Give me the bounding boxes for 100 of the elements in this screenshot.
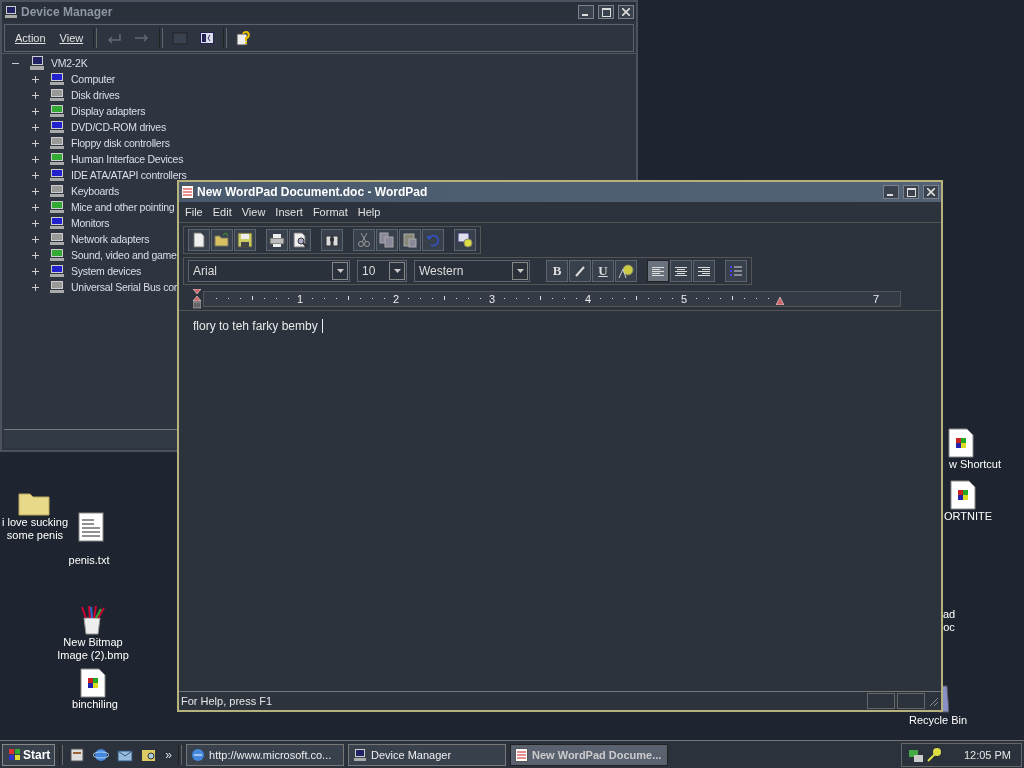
new-icon[interactable] [188, 229, 210, 251]
menu-item[interactable]: Insert [271, 206, 307, 218]
copy-icon[interactable] [376, 229, 398, 251]
more-button[interactable]: » [163, 747, 175, 762]
tree-item[interactable]: Floppy disk controllers [71, 137, 170, 149]
window-title: New WordPad Document.doc - WordPad [197, 185, 428, 199]
start-button[interactable]: Start [2, 743, 56, 766]
folder-icon[interactable] [18, 490, 50, 516]
tree-item[interactable]: Human Interface Devices [71, 153, 184, 165]
taskbar-button[interactable]: Device Manager [348, 743, 507, 766]
browser-icon[interactable] [93, 746, 110, 763]
tree-item[interactable]: Sound, video and game [71, 249, 177, 261]
device-icon [49, 280, 65, 294]
cut-icon[interactable] [353, 229, 375, 251]
indent-marker-icon[interactable] [193, 289, 201, 309]
expand-icon[interactable] [32, 267, 39, 275]
icon-label[interactable]: Recycle Bin [905, 714, 971, 727]
expand-icon[interactable] [32, 139, 39, 147]
document-text: flory to teh farky bemby [193, 319, 318, 333]
expand-icon[interactable] [32, 171, 39, 179]
tree-item[interactable]: Mice and other pointing [71, 201, 175, 213]
ruler-number: 3 [488, 292, 497, 306]
tree-item[interactable]: Display adapters [71, 105, 146, 117]
close-button[interactable] [923, 185, 939, 199]
menu-item[interactable]: View [55, 32, 88, 44]
color-palette-icon[interactable] [615, 260, 637, 282]
expand-icon[interactable] [32, 91, 39, 99]
insert-icon[interactable] [454, 229, 476, 251]
expand-icon[interactable] [32, 187, 39, 195]
expand-icon[interactable] [32, 155, 39, 163]
menu-item[interactable]: Help [353, 206, 385, 218]
menu-item[interactable]: Format [308, 206, 352, 218]
notepad-icon[interactable] [78, 512, 104, 542]
expand-icon[interactable] [32, 251, 39, 259]
bold-button[interactable]: B [546, 260, 568, 282]
menu-item[interactable]: View [237, 206, 270, 218]
maximize-button[interactable] [903, 185, 919, 199]
dropdown-arrow-icon [516, 269, 524, 273]
menu-item[interactable]: Edit [208, 206, 236, 218]
italic-icon[interactable] [569, 260, 591, 282]
document-icon[interactable] [950, 480, 976, 510]
status-pane [867, 693, 895, 709]
tree-item[interactable]: Disk drives [71, 89, 120, 101]
right-indent-marker-icon[interactable] [776, 297, 784, 305]
menu-item[interactable]: File [181, 206, 207, 218]
icon-label[interactable]: binchiling [60, 698, 130, 711]
find-icon[interactable] [321, 229, 343, 251]
icon-label[interactable]: i love sucking some penis [0, 516, 70, 542]
document-icon[interactable] [948, 428, 974, 458]
tree-item[interactable]: DVD/CD-ROM drives [71, 121, 166, 133]
desktop-icon[interactable] [69, 746, 86, 763]
taskbar-button[interactable]: New WordPad Docume... [510, 743, 669, 766]
document-icon[interactable] [80, 668, 106, 698]
open-icon[interactable] [211, 229, 233, 251]
icon-label[interactable]: ORTNITE [940, 510, 996, 523]
minimize-button[interactable] [883, 185, 899, 199]
paste-icon[interactable] [399, 229, 421, 251]
preview-icon[interactable] [289, 229, 311, 251]
menu-item[interactable]: Action [11, 32, 50, 44]
icon-label[interactable]: New Bitmap Image (2).bmp [52, 636, 134, 662]
key-icon[interactable] [925, 746, 942, 763]
script-dropdown[interactable]: Western [414, 260, 530, 282]
device-icon [49, 184, 65, 198]
device-icon [49, 248, 65, 262]
tree-item[interactable]: VM2-2K [51, 57, 88, 69]
expand-icon[interactable] [32, 203, 39, 211]
taskbar-button[interactable]: http://www.microsoft.co... [186, 743, 345, 766]
device-icon [49, 200, 65, 214]
tree-item[interactable]: Monitors [71, 217, 110, 229]
tree-item[interactable]: IDE ATA/ATAPI controllers [71, 169, 187, 181]
size-dropdown[interactable]: 10 [357, 260, 407, 282]
resize-grip-icon[interactable] [927, 695, 939, 707]
expand-icon[interactable] [32, 283, 39, 291]
expand-icon[interactable] [32, 107, 39, 115]
expand-icon[interactable] [32, 219, 39, 227]
bullet-list-icon[interactable] [725, 260, 747, 282]
align-right-icon[interactable] [693, 260, 715, 282]
align-left-icon[interactable] [647, 260, 669, 282]
status-pane [897, 693, 925, 709]
save-icon[interactable] [234, 229, 256, 251]
wordpad-icon [515, 747, 529, 762]
expand-icon[interactable] [32, 75, 39, 83]
icon-label[interactable]: w Shortcut [940, 458, 1010, 471]
expand-icon[interactable] [32, 235, 39, 243]
help-icon[interactable] [236, 30, 253, 46]
align-center-icon[interactable] [670, 260, 692, 282]
icon-label[interactable]: penis.txt [66, 554, 112, 567]
print-icon[interactable] [266, 229, 288, 251]
tree-item[interactable]: Computer [71, 73, 116, 85]
tree-item[interactable]: System devices [71, 265, 142, 277]
panel-icon[interactable] [200, 32, 215, 44]
tree-item[interactable]: Universal Serial Bus cor [71, 281, 178, 293]
window-title: Device Manager [21, 5, 113, 19]
expand-icon[interactable] [32, 123, 39, 131]
tree-item[interactable]: Keyboards [71, 185, 119, 197]
computer-icon [4, 5, 18, 19]
underline-button[interactable]: U [592, 260, 614, 282]
icon-label[interactable]: ad oc [941, 608, 957, 634]
tree-item[interactable]: Network adapters [71, 233, 150, 245]
font-dropdown[interactable]: Arial [188, 260, 350, 282]
